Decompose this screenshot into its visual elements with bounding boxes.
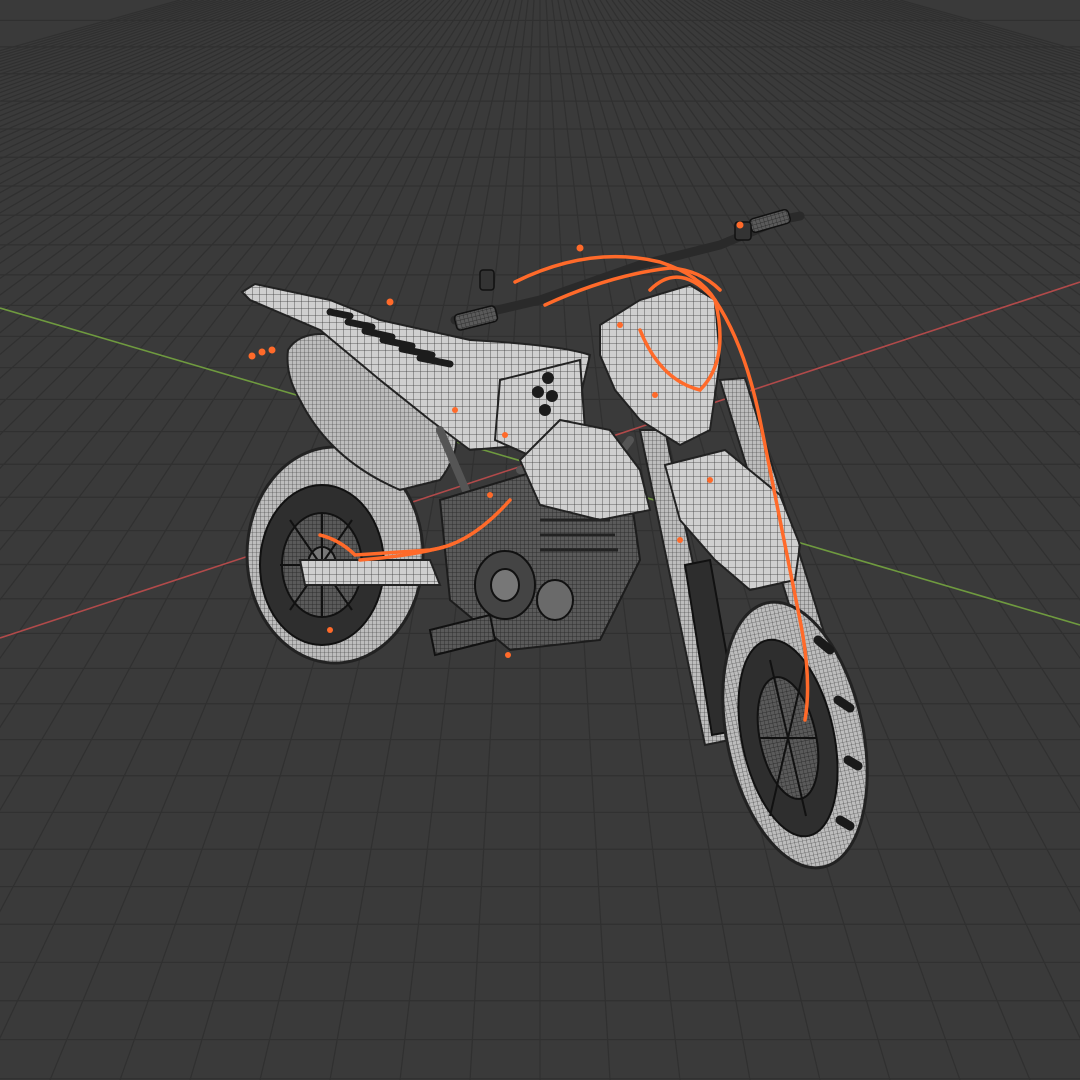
swingarm — [298, 559, 442, 586]
3d-viewport[interactable] — [0, 0, 1080, 1080]
